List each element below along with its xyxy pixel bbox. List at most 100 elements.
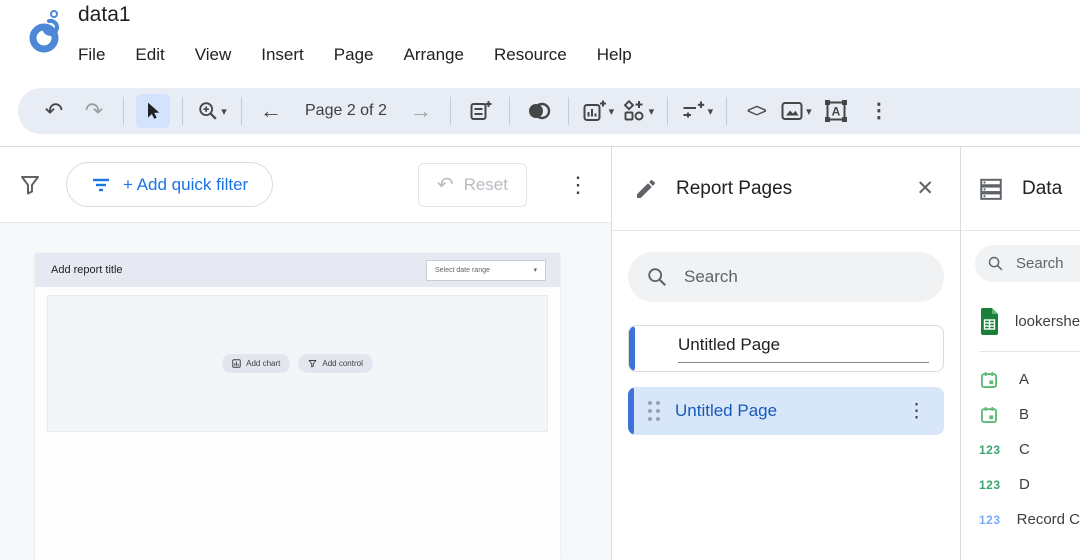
add-quick-filter-button[interactable]: + Add quick filter <box>66 162 273 207</box>
app-header: data1 File Edit View Insert Page Arrange… <box>0 0 1080 85</box>
field-item-c[interactable]: 123 C <box>979 432 1080 467</box>
field-name: Record C <box>1017 511 1080 528</box>
toolbar: ↶ ↷ ▾ ← Page 2 of 2 → <box>18 88 1080 134</box>
chevron-down-icon: ▾ <box>649 105 655 118</box>
previous-page-icon[interactable]: ← <box>254 94 288 128</box>
field-list: A B 123 <box>975 362 1080 537</box>
add-page-icon[interactable] <box>463 94 497 128</box>
toolbar-divider <box>450 97 451 125</box>
page-item-1[interactable]: Untitled Page <box>628 325 944 372</box>
filter-bar: + Add quick filter ↶ Reset ⋮ <box>0 147 611 223</box>
menu-help[interactable]: Help <box>582 40 647 70</box>
chevron-down-icon: ▾ <box>221 105 227 118</box>
canvas-area[interactable]: Add report title Select date range ▾ <box>0 223 611 560</box>
search-placeholder: Search <box>684 267 738 287</box>
toolbar-divider <box>182 97 183 125</box>
date-range-control[interactable]: Select date range ▾ <box>426 260 546 281</box>
close-icon[interactable]: ✕ <box>912 172 938 205</box>
page-more-icon[interactable]: ⋮ <box>901 398 932 425</box>
blend-data-icon[interactable] <box>522 94 556 128</box>
menu-arrange[interactable]: Arrange <box>388 40 478 70</box>
report-pages-panel: Report Pages ✕ Search Untitled Page <box>612 147 961 560</box>
toolbar-more-icon[interactable]: ⋮ <box>862 94 896 128</box>
menu-resource[interactable]: Resource <box>479 40 582 70</box>
looker-studio-logo-icon[interactable] <box>24 8 68 56</box>
control-filter-icon <box>308 359 317 368</box>
add-image-icon[interactable]: ▾ <box>779 94 813 128</box>
zoom-tool-icon[interactable]: ▾ <box>195 94 229 128</box>
undo-icon[interactable]: ↶ <box>37 94 71 128</box>
data-source-name: lookershe <box>1015 313 1080 330</box>
add-chart-icon[interactable]: ▾ <box>581 94 615 128</box>
add-chart-label: Add chart <box>246 359 280 368</box>
field-name: A <box>1019 371 1029 388</box>
pages-search-input[interactable]: Search <box>628 252 944 302</box>
date-field-icon <box>979 405 1003 425</box>
data-source-item[interactable]: lookershe <box>979 308 1080 352</box>
menu-page[interactable]: Page <box>319 40 389 70</box>
field-item-d[interactable]: 123 D <box>979 467 1080 502</box>
add-chart-button[interactable]: Add chart <box>222 354 290 373</box>
data-search-input[interactable]: Search <box>975 245 1080 282</box>
chevron-down-icon: ▾ <box>609 105 615 118</box>
page-name: Untitled Page <box>675 401 777 421</box>
svg-text:A: A <box>832 105 841 119</box>
chart-placeholder: Add chart Add control <box>47 295 548 432</box>
add-control-label: Add control <box>322 359 362 368</box>
number-field-icon: 123 <box>979 443 1003 457</box>
reset-button[interactable]: ↶ Reset <box>418 163 527 207</box>
text-box-icon[interactable]: A <box>819 94 853 128</box>
add-control-icon[interactable]: ▾ <box>680 94 714 128</box>
menu-view[interactable]: View <box>180 40 247 70</box>
community-visualizations-icon[interactable]: ▾ <box>621 94 655 128</box>
search-icon <box>646 266 668 288</box>
report-pages-title: Report Pages <box>676 178 792 200</box>
embed-code-icon[interactable]: <> <box>739 94 773 128</box>
menu-insert[interactable]: Insert <box>246 40 319 70</box>
metric-field-icon: 123 <box>979 513 1001 527</box>
report-page[interactable]: Add report title Select date range ▾ <box>35 253 560 560</box>
redo-icon[interactable]: ↷ <box>77 94 111 128</box>
page-item-2-selected[interactable]: Untitled Page ⋮ <box>628 387 944 435</box>
quick-filter-lines-icon <box>91 177 111 193</box>
edit-pencil-icon <box>634 177 658 201</box>
report-title[interactable]: data1 <box>78 3 131 27</box>
next-page-icon[interactable]: → <box>404 94 438 128</box>
looker-studio-app: data1 File Edit View Insert Page Arrange… <box>0 0 1080 560</box>
search-placeholder: Search <box>1016 255 1064 272</box>
report-title-placeholder[interactable]: Add report title <box>51 264 123 276</box>
date-field-icon <box>979 370 1003 390</box>
chevron-down-icon: ▾ <box>708 105 714 118</box>
add-control-button[interactable]: Add control <box>298 354 372 373</box>
page-name-input[interactable]: Untitled Page <box>678 335 929 363</box>
pages-list: Search Untitled Page Untitled Page ⋮ <box>612 231 960 435</box>
toolbar-divider <box>726 97 727 125</box>
filter-bar-more-icon[interactable]: ⋮ <box>563 168 593 202</box>
toolbar-divider <box>667 97 668 125</box>
field-name: B <box>1019 406 1029 423</box>
field-name: D <box>1019 476 1030 493</box>
date-range-label: Select date range <box>435 267 490 274</box>
chevron-down-icon: ▾ <box>533 266 537 274</box>
field-name: C <box>1019 441 1030 458</box>
field-item-record-count[interactable]: 123 Record C <box>979 502 1080 537</box>
reset-undo-icon: ↶ <box>437 172 454 197</box>
toolbar-divider <box>241 97 242 125</box>
google-sheets-icon <box>979 308 1000 335</box>
field-item-a[interactable]: A <box>979 362 1080 397</box>
filter-icon[interactable] <box>18 173 42 197</box>
menu-file[interactable]: File <box>63 40 120 70</box>
data-panel-header: Data <box>961 147 1080 231</box>
field-item-b[interactable]: B <box>979 397 1080 432</box>
toolbar-divider <box>509 97 510 125</box>
canvas-column: + Add quick filter ↶ Reset ⋮ Add report … <box>0 147 612 560</box>
page-indicator: Page 2 of 2 <box>305 102 387 120</box>
menu-edit[interactable]: Edit <box>120 40 179 70</box>
number-field-icon: 123 <box>979 478 1003 492</box>
main-area: + Add quick filter ↶ Reset ⋮ Add report … <box>0 146 1080 560</box>
select-cursor-icon[interactable] <box>136 94 170 128</box>
data-panel: Data Search <box>961 147 1080 560</box>
reset-label: Reset <box>464 175 508 195</box>
toolbar-divider <box>568 97 569 125</box>
drag-handle-icon[interactable] <box>648 401 660 421</box>
